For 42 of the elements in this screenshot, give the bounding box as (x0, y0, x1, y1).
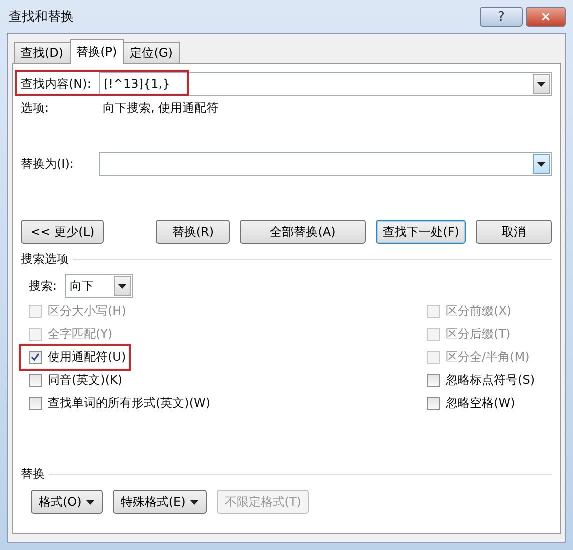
checkbox-label: 同音(英文)(K) (48, 372, 123, 389)
field-label: 查找内容(N): (21, 76, 92, 92)
search-label: 搜索: (29, 278, 58, 294)
checkbox[interactable] (29, 374, 42, 387)
group-title: 搜索选项 (21, 250, 69, 268)
checkbox-label: 区分大小写(H) (48, 303, 126, 320)
checkbox-label: 区分前缀(X) (446, 303, 512, 320)
options-label: 选项: (21, 100, 50, 116)
tab[interactable]: 替换(P) (70, 39, 124, 64)
options-summary: 向下搜索, 使用通配符 (102, 100, 219, 116)
tab[interactable]: 查找(D) (14, 42, 71, 63)
checkbox[interactable] (29, 397, 42, 410)
checkbox[interactable] (427, 397, 440, 410)
dropdown-icon[interactable] (114, 276, 131, 296)
dialog-button[interactable]: 查找下一处(F) (376, 220, 466, 244)
checkbox-label: 忽略空格(W) (446, 395, 516, 412)
replace-field[interactable] (99, 152, 552, 176)
dropdown-icon[interactable] (533, 154, 550, 174)
format-button[interactable]: 特殊格式(E) (112, 490, 207, 514)
checkbox[interactable] (29, 351, 42, 364)
format-button[interactable]: 格式(O) (31, 490, 103, 514)
checkbox[interactable] (427, 374, 440, 387)
window-title: 查找和替换 (8, 8, 74, 26)
caret-icon (190, 500, 199, 504)
find-field[interactable]: [!^13]{1,} (99, 72, 552, 96)
tab[interactable]: 定位(G) (123, 42, 180, 63)
dialog-button[interactable]: 全部替换(A) (240, 220, 366, 244)
dialog-button[interactable]: << 更少(L) (21, 220, 104, 244)
direction-select[interactable]: 向下 (65, 274, 133, 298)
dialog-button[interactable]: 取消 (476, 220, 552, 244)
dialog-button[interactable]: 替换(R) (156, 220, 230, 244)
checkbox-label: 全字匹配(Y) (48, 326, 113, 343)
field-label: 替换为(I): (21, 156, 75, 172)
checkbox-label: 忽略标点符号(S) (446, 372, 535, 389)
checkbox-label: 查找单词的所有形式(英文)(W) (48, 395, 211, 412)
checkbox-label: 使用通配符(U) (48, 349, 126, 366)
dropdown-icon[interactable] (533, 74, 550, 94)
checkbox-label: 区分全/半角(M) (446, 349, 530, 366)
caret-icon (86, 500, 95, 504)
checkbox-label: 区分后缀(T) (446, 326, 511, 343)
help-button[interactable]: ? (480, 7, 523, 27)
group-title: 替换 (21, 466, 45, 482)
